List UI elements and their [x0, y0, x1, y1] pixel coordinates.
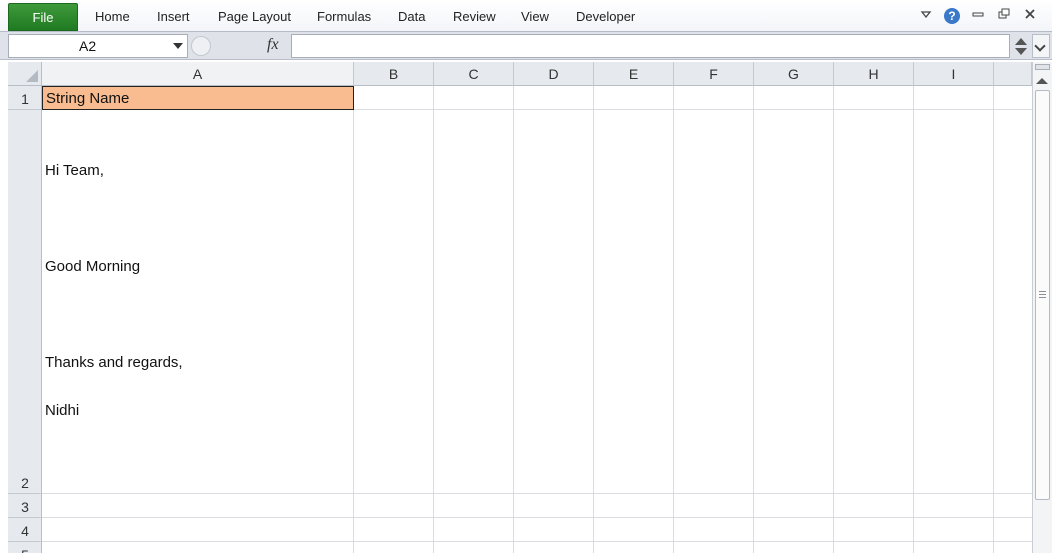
- gridline: [913, 86, 914, 553]
- gridline: [833, 86, 834, 553]
- column-header-c[interactable]: C: [434, 62, 514, 86]
- tab-page-layout[interactable]: Page Layout: [218, 3, 291, 31]
- cell-a2-line: Hi Team,: [45, 162, 104, 179]
- scroll-up-icon[interactable]: [1015, 38, 1027, 45]
- tab-data[interactable]: Data: [398, 3, 425, 31]
- gridline: [433, 86, 434, 553]
- column-header-d[interactable]: D: [514, 62, 594, 86]
- gridline: [593, 86, 594, 553]
- row-header-1[interactable]: 1: [8, 86, 42, 110]
- ribbon-minimize-icon[interactable]: [918, 8, 934, 24]
- row-header-2[interactable]: 2: [8, 110, 42, 494]
- tab-home[interactable]: Home: [95, 3, 130, 31]
- row-header-4[interactable]: 4: [8, 518, 42, 542]
- tab-insert[interactable]: Insert: [157, 3, 190, 31]
- window-controls: ?: [920, 0, 1052, 32]
- help-icon[interactable]: ?: [944, 8, 960, 24]
- row-number: 4: [21, 523, 29, 539]
- gridline: [42, 493, 1032, 494]
- gridline: [673, 86, 674, 553]
- gridline: [753, 86, 754, 553]
- row-header-5[interactable]: 5: [8, 542, 42, 553]
- formula-tools: fx: [189, 34, 289, 58]
- vertical-scrollbar[interactable]: [1032, 62, 1052, 553]
- cell-a1-text: String Name: [46, 90, 130, 107]
- cell-a2-line: Good Morning: [45, 258, 141, 275]
- row-header-3[interactable]: 3: [8, 494, 42, 518]
- row-number: 2: [21, 475, 29, 491]
- row-number: 1: [21, 91, 29, 107]
- resize-handle-icon[interactable]: [191, 36, 211, 56]
- grip-icon: [1039, 291, 1046, 298]
- gridline: [513, 86, 514, 553]
- tab-view[interactable]: View: [521, 3, 549, 31]
- column-header-h[interactable]: H: [834, 62, 914, 86]
- formula-bar: A2 fx: [0, 32, 1052, 60]
- gridline: [993, 86, 994, 553]
- cell-a2-line: Nidhi: [45, 402, 80, 419]
- scroll-up-icon[interactable]: [1036, 78, 1048, 84]
- scrollbar-thumb[interactable]: [1035, 90, 1050, 500]
- close-icon[interactable]: [1022, 8, 1038, 24]
- restore-icon[interactable]: [996, 8, 1012, 24]
- column-header-a[interactable]: A: [42, 62, 354, 86]
- split-box[interactable]: [1035, 64, 1050, 70]
- file-tab[interactable]: File: [8, 3, 78, 31]
- formula-bar-scroll[interactable]: [1012, 34, 1030, 58]
- gridline: [42, 517, 1032, 518]
- tab-formulas[interactable]: Formulas: [317, 3, 371, 31]
- column-header-g[interactable]: G: [754, 62, 834, 86]
- tab-review[interactable]: Review: [453, 3, 496, 31]
- ribbon-tab-bar: File Home Insert Page Layout Formulas Da…: [0, 0, 1052, 32]
- insert-function-icon[interactable]: fx: [267, 36, 279, 54]
- select-all-icon: [26, 70, 38, 82]
- name-box-value: A2: [79, 38, 97, 54]
- row-number: 5: [8, 547, 42, 553]
- chevron-down-icon: [1034, 40, 1046, 52]
- name-box[interactable]: A2: [8, 34, 188, 58]
- column-header-f[interactable]: F: [674, 62, 754, 86]
- row-number: 3: [21, 499, 29, 515]
- cell-a2-line: Thanks and regards,: [45, 354, 183, 371]
- column-header-j[interactable]: [994, 62, 1032, 86]
- scroll-down-icon[interactable]: [1015, 48, 1027, 55]
- column-header-e[interactable]: E: [594, 62, 674, 86]
- gridline: [353, 86, 354, 553]
- column-header-b[interactable]: B: [354, 62, 434, 86]
- select-all-button[interactable]: [8, 62, 42, 86]
- column-header-i[interactable]: I: [914, 62, 994, 86]
- chevron-down-icon[interactable]: [173, 43, 183, 49]
- cell-a1[interactable]: String Name: [42, 86, 354, 110]
- tab-developer[interactable]: Developer: [576, 3, 635, 31]
- formula-input[interactable]: [291, 34, 1010, 58]
- expand-formula-bar-button[interactable]: [1032, 34, 1050, 58]
- gridline: [42, 541, 1032, 542]
- minimize-icon[interactable]: [970, 8, 986, 24]
- worksheet-grid[interactable]: A B C D E F G H I 1 2 3 4 5 String Name …: [8, 62, 1032, 553]
